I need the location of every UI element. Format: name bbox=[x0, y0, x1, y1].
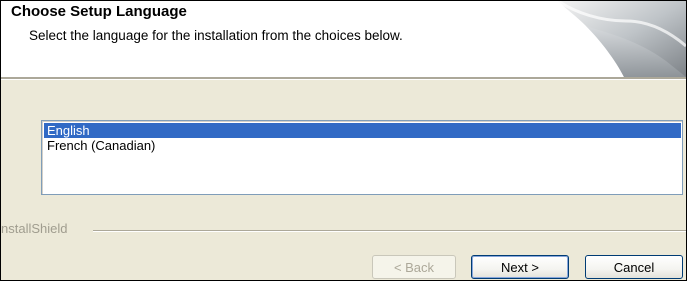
dialog-title: Choose Setup Language bbox=[11, 3, 187, 20]
language-option-english[interactable]: English bbox=[44, 123, 681, 138]
cancel-button[interactable]: Cancel bbox=[585, 255, 683, 279]
next-button[interactable]: Next > bbox=[471, 255, 569, 279]
installer-graphic-icon bbox=[557, 1, 686, 77]
footer-separator bbox=[93, 230, 686, 232]
language-listbox[interactable]: English French (Canadian) bbox=[41, 120, 683, 195]
dialog-header: Choose Setup Language Select the languag… bbox=[1, 1, 686, 77]
language-option-french-canadian[interactable]: French (Canadian) bbox=[44, 138, 681, 153]
dialog-subtitle: Select the language for the installation… bbox=[29, 28, 403, 43]
setup-dialog: Choose Setup Language Select the languag… bbox=[0, 0, 687, 281]
header-separator bbox=[1, 77, 686, 80]
back-button[interactable]: < Back bbox=[372, 255, 456, 279]
installshield-brand: nstallShield bbox=[1, 221, 68, 236]
